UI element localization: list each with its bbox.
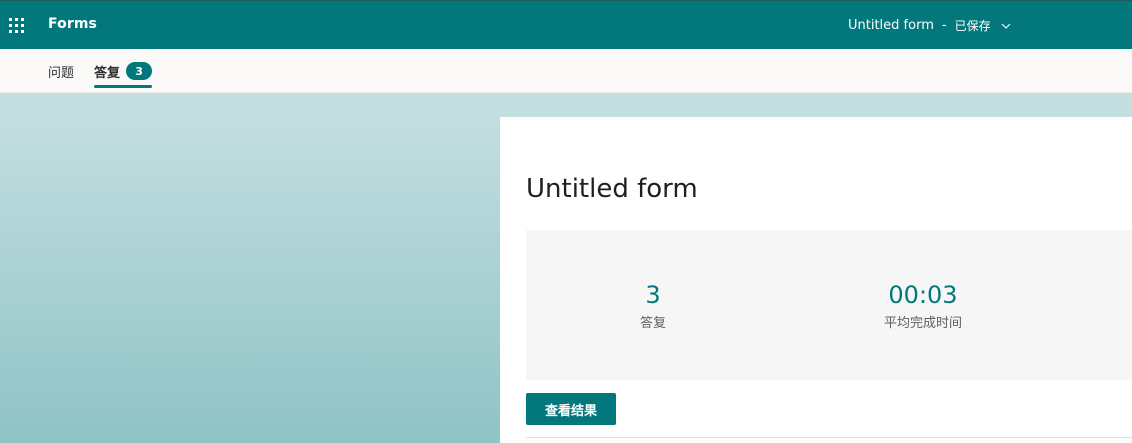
top-bar: Forms Untitled form - 已保存	[0, 0, 1132, 49]
separator: -	[941, 18, 947, 33]
form-summary-card: Untitled form 3 答复 00:03 平均完成时间 查看结果	[500, 117, 1132, 443]
tab-questions[interactable]: 问题	[48, 49, 74, 93]
form-title: Untitled form	[526, 174, 698, 204]
stat-value: 00:03	[888, 281, 958, 309]
app-launcher-icon	[9, 17, 24, 33]
stat-average-time: 00:03 平均完成时间	[833, 280, 1013, 331]
form-name: Untitled form	[848, 18, 934, 33]
tab-bar: 问题 答复 3	[0, 49, 1132, 93]
divider	[526, 437, 1132, 438]
tab-responses[interactable]: 答复 3	[94, 49, 153, 93]
app-launcher-button[interactable]	[0, 1, 33, 49]
chevron-down-icon	[1001, 23, 1010, 29]
form-name-dropdown[interactable]: Untitled form - 已保存	[848, 17, 1011, 34]
stat-label: 答复	[639, 316, 666, 331]
response-count-badge: 3	[126, 62, 153, 80]
tab-questions-label: 问题	[48, 65, 75, 81]
tab-responses-label: 答复	[94, 65, 121, 81]
view-results-button[interactable]: 查看结果	[526, 393, 616, 425]
response-stats-panel: 3 答复 00:03 平均完成时间	[526, 230, 1132, 380]
stat-response-count: 3 答复	[563, 280, 743, 331]
theme-background-top	[0, 93, 1132, 117]
stat-label: 平均完成时间	[883, 316, 962, 331]
save-status: 已保存	[954, 19, 991, 33]
active-tab-indicator	[94, 85, 153, 88]
app-name[interactable]: Forms	[48, 16, 97, 32]
stat-value: 3	[645, 281, 661, 309]
